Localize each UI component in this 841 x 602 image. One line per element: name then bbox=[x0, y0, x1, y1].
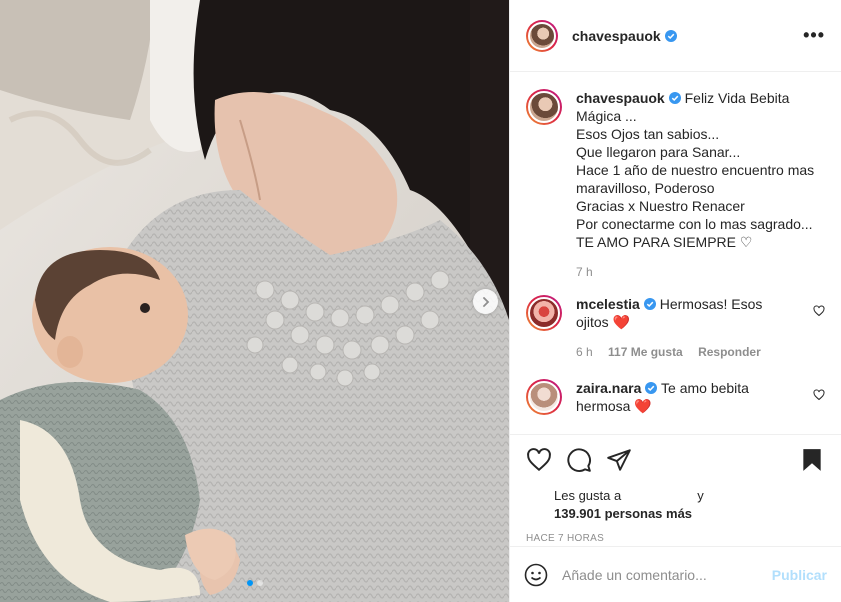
likes-prefix: Les gusta a bbox=[554, 488, 622, 503]
comment-item: zaira.nara Te amo bebita hermosa ❤️ bbox=[526, 379, 825, 415]
reply-button[interactable]: Responder bbox=[698, 345, 761, 359]
bookmark-filled-icon bbox=[803, 449, 821, 471]
comment-bubble-icon bbox=[567, 448, 591, 472]
paper-plane-icon bbox=[607, 449, 631, 471]
commenter-avatar[interactable] bbox=[526, 295, 562, 331]
caption-text-line: TE AMO PARA SIEMPRE ♡ bbox=[576, 234, 753, 250]
post-header: chavespauok ••• bbox=[510, 0, 841, 72]
save-button[interactable] bbox=[799, 447, 825, 473]
photo-mother-and-baby bbox=[0, 0, 509, 602]
add-comment-bar: Añade un comentario... Publicar bbox=[510, 546, 841, 602]
publish-button[interactable]: Publicar bbox=[772, 567, 827, 583]
comment-timestamp[interactable]: 6 h bbox=[576, 345, 593, 359]
caption-timestamp[interactable]: 7 h bbox=[576, 265, 593, 279]
carousel-dot-active bbox=[246, 580, 253, 586]
likes-summary[interactable]: Les gusta a y 139.901 personas más bbox=[526, 487, 825, 523]
likes-suffix: y bbox=[697, 488, 704, 503]
comment-meta: 6 h 117 Me gusta Responder bbox=[576, 343, 805, 361]
caption-text-line: Por conectarme con lo mas sagrado... bbox=[576, 216, 813, 232]
commenter-username[interactable]: mcelestia bbox=[576, 296, 640, 312]
commenter-avatar[interactable] bbox=[526, 379, 562, 415]
next-photo-button[interactable] bbox=[473, 289, 498, 314]
like-comment-heart-icon[interactable] bbox=[813, 389, 825, 401]
verified-badge-icon bbox=[664, 29, 677, 42]
comment-button[interactable] bbox=[566, 447, 592, 473]
liker-name-redacted[interactable] bbox=[621, 487, 697, 505]
post-viewer: chavespauok ••• chavespauok Feliz Vida B… bbox=[0, 0, 841, 602]
carousel-indicator bbox=[0, 580, 509, 586]
share-button[interactable] bbox=[606, 447, 632, 473]
caption-text-line: Hace 1 año de nuestro encuentro mas bbox=[576, 162, 815, 178]
verified-badge-icon bbox=[643, 298, 656, 310]
caption-text-line: Gracias x Nuestro Renacer bbox=[576, 198, 745, 214]
comment-text: Hermosas! Esos bbox=[659, 296, 763, 312]
like-comment-heart-icon[interactable] bbox=[813, 305, 825, 317]
post-photo[interactable] bbox=[0, 0, 509, 602]
caption-text-line: maravilloso, Poderoso bbox=[576, 180, 715, 196]
caption-text-line: Que llegaron para Sanar... bbox=[576, 144, 741, 160]
more-options-button[interactable]: ••• bbox=[803, 25, 825, 46]
comment-text: ojitos ❤️ bbox=[576, 314, 631, 330]
verified-badge-icon bbox=[645, 382, 658, 394]
emoji-smiley-icon[interactable] bbox=[524, 563, 548, 587]
post-timestamp[interactable]: HACE 7 HORAS bbox=[526, 533, 825, 544]
author-username[interactable]: chavespauok bbox=[572, 28, 661, 44]
comment-text: hermosa ❤️ bbox=[576, 398, 652, 414]
post-side-panel: chavespauok ••• chavespauok Feliz Vida B… bbox=[509, 0, 841, 602]
chevron-right-icon bbox=[482, 296, 489, 307]
caption: chavespauok Feliz Vida Bebita Mágica ...… bbox=[526, 89, 825, 281]
post-actions: Les gusta a y 139.901 personas más HACE … bbox=[510, 434, 841, 544]
verified-badge-icon bbox=[668, 92, 681, 104]
commenter-username[interactable]: zaira.nara bbox=[576, 380, 641, 396]
comment-likes[interactable]: 117 Me gusta bbox=[608, 345, 683, 359]
likes-count[interactable]: 139.901 personas más bbox=[554, 505, 825, 523]
author-avatar[interactable] bbox=[526, 19, 558, 52]
comment-input[interactable]: Añade un comentario... bbox=[562, 567, 772, 583]
caption-text-line: Mágica ... bbox=[576, 108, 637, 124]
comment-item: mcelestia Hermosas! Esos ojitos ❤️ 6 h 1… bbox=[526, 295, 825, 361]
comment-text: Te amo bebita bbox=[661, 380, 749, 396]
heart-icon bbox=[527, 448, 551, 472]
caption-username[interactable]: chavespauok bbox=[576, 90, 665, 106]
carousel-dot bbox=[256, 580, 263, 586]
action-bar bbox=[526, 445, 825, 475]
caption-meta: 7 h bbox=[576, 263, 825, 281]
caption-text-line: Feliz Vida Bebita bbox=[684, 90, 790, 106]
caption-text-line: Esos Ojos tan sabios... bbox=[576, 126, 720, 142]
caption-avatar[interactable] bbox=[526, 89, 562, 125]
comments-list[interactable]: chavespauok Feliz Vida Bebita Mágica ...… bbox=[510, 73, 841, 433]
like-button[interactable] bbox=[526, 447, 552, 473]
